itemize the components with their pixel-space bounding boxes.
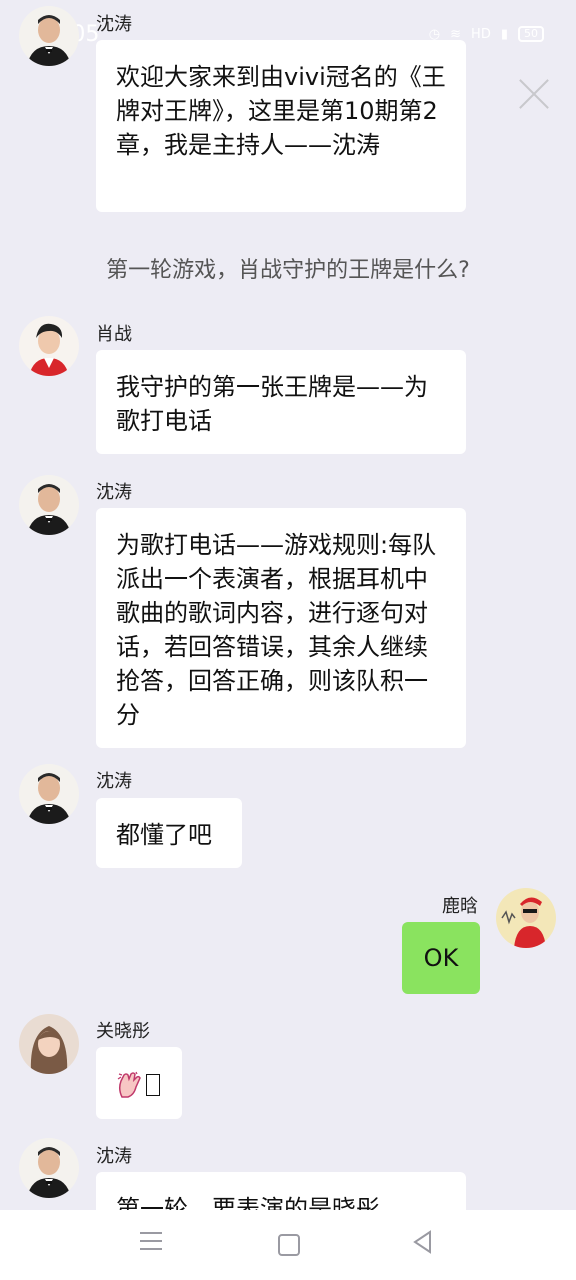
avatar-shentao[interactable] — [19, 6, 79, 66]
sender-name: 关晓彤 — [96, 1021, 150, 1042]
avatar-xiaozhan[interactable] — [19, 316, 79, 376]
sender-name: 沈涛 — [96, 482, 132, 503]
message-bubble-self[interactable]: OK — [402, 922, 480, 994]
host-avatar-image — [19, 1138, 79, 1198]
message-bubble[interactable]: 欢迎大家来到由vivi冠名的《王牌对王牌》，这里是第10期第2章，我是主持人——… — [96, 40, 466, 212]
system-message: 第一轮游戏，肖战守护的王牌是什么? — [106, 258, 470, 283]
nav-home-icon[interactable] — [278, 1234, 300, 1256]
nav-back-icon[interactable] — [412, 1230, 434, 1254]
host-avatar-image — [19, 475, 79, 535]
sender-name: 沈涛 — [96, 14, 132, 35]
nav-menu-icon[interactable] — [140, 1232, 162, 1250]
host-avatar-image — [19, 764, 79, 824]
message-bubble[interactable]: 我守护的第一张王牌是——为歌打电话 — [96, 350, 466, 454]
sender-name: 肖战 — [96, 324, 132, 345]
avatar-guanxiaotong[interactable] — [19, 1014, 79, 1074]
missing-glyph-icon — [146, 1074, 160, 1096]
clap-emoji-icon — [117, 1071, 141, 1098]
avatar-shentao[interactable] — [19, 1138, 79, 1198]
signal-label: HD — [471, 26, 491, 42]
host-avatar-image — [19, 6, 79, 66]
avatar-shentao[interactable] — [19, 475, 79, 535]
xiaozhan-avatar-image — [19, 316, 79, 376]
guanxiaotong-avatar-image — [19, 1014, 79, 1074]
avatar-luhan[interactable] — [496, 888, 556, 948]
sender-name: 鹿晗 — [442, 896, 478, 917]
sender-name: 沈涛 — [96, 771, 132, 792]
message-bubble[interactable]: 都懂了吧 — [96, 798, 242, 868]
luhan-avatar-image — [496, 888, 556, 948]
message-bubble[interactable]: 为歌打电话——游戏规则:每队派出一个表演者，根据耳机中歌曲的歌词内容，进行逐句对… — [96, 508, 466, 748]
message-bubble[interactable] — [96, 1047, 182, 1119]
avatar-shentao[interactable] — [19, 764, 79, 824]
battery-icon: 50 — [518, 26, 544, 42]
sender-name: 沈涛 — [96, 1146, 132, 1167]
close-icon[interactable] — [516, 76, 552, 112]
signal-icon: ▮ — [500, 26, 508, 42]
